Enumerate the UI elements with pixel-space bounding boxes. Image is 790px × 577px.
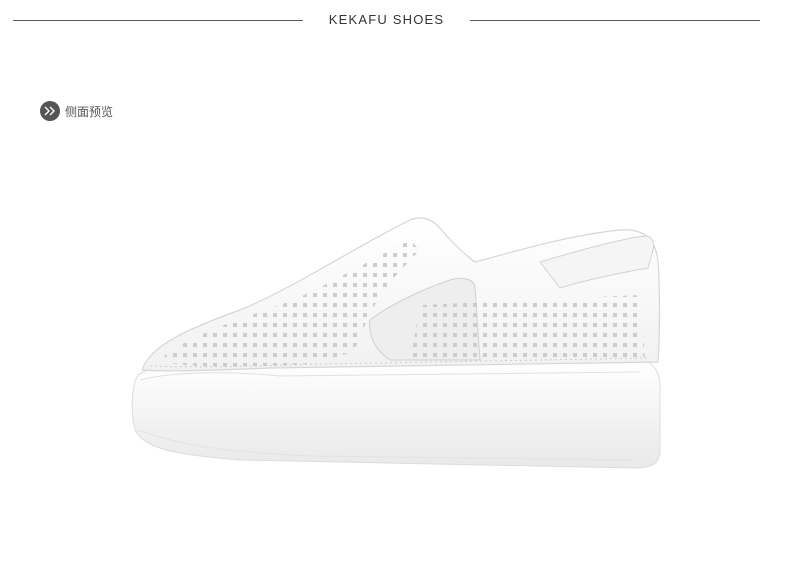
page-header: KEKAFU SHOES: [0, 0, 790, 44]
shoe-illustration: [131, 217, 661, 469]
double-chevron-right-icon: [40, 101, 60, 121]
product-image-shoe: [120, 210, 680, 490]
header-divider-right: [470, 20, 760, 21]
section-label-text: 侧面预览: [65, 104, 114, 119]
header-divider-left: [13, 20, 303, 21]
shoe-sole: [131, 359, 661, 469]
brand-title: KEKAFU SHOES: [328, 12, 445, 27]
section-label-side-preview: 侧面预览: [40, 100, 113, 122]
